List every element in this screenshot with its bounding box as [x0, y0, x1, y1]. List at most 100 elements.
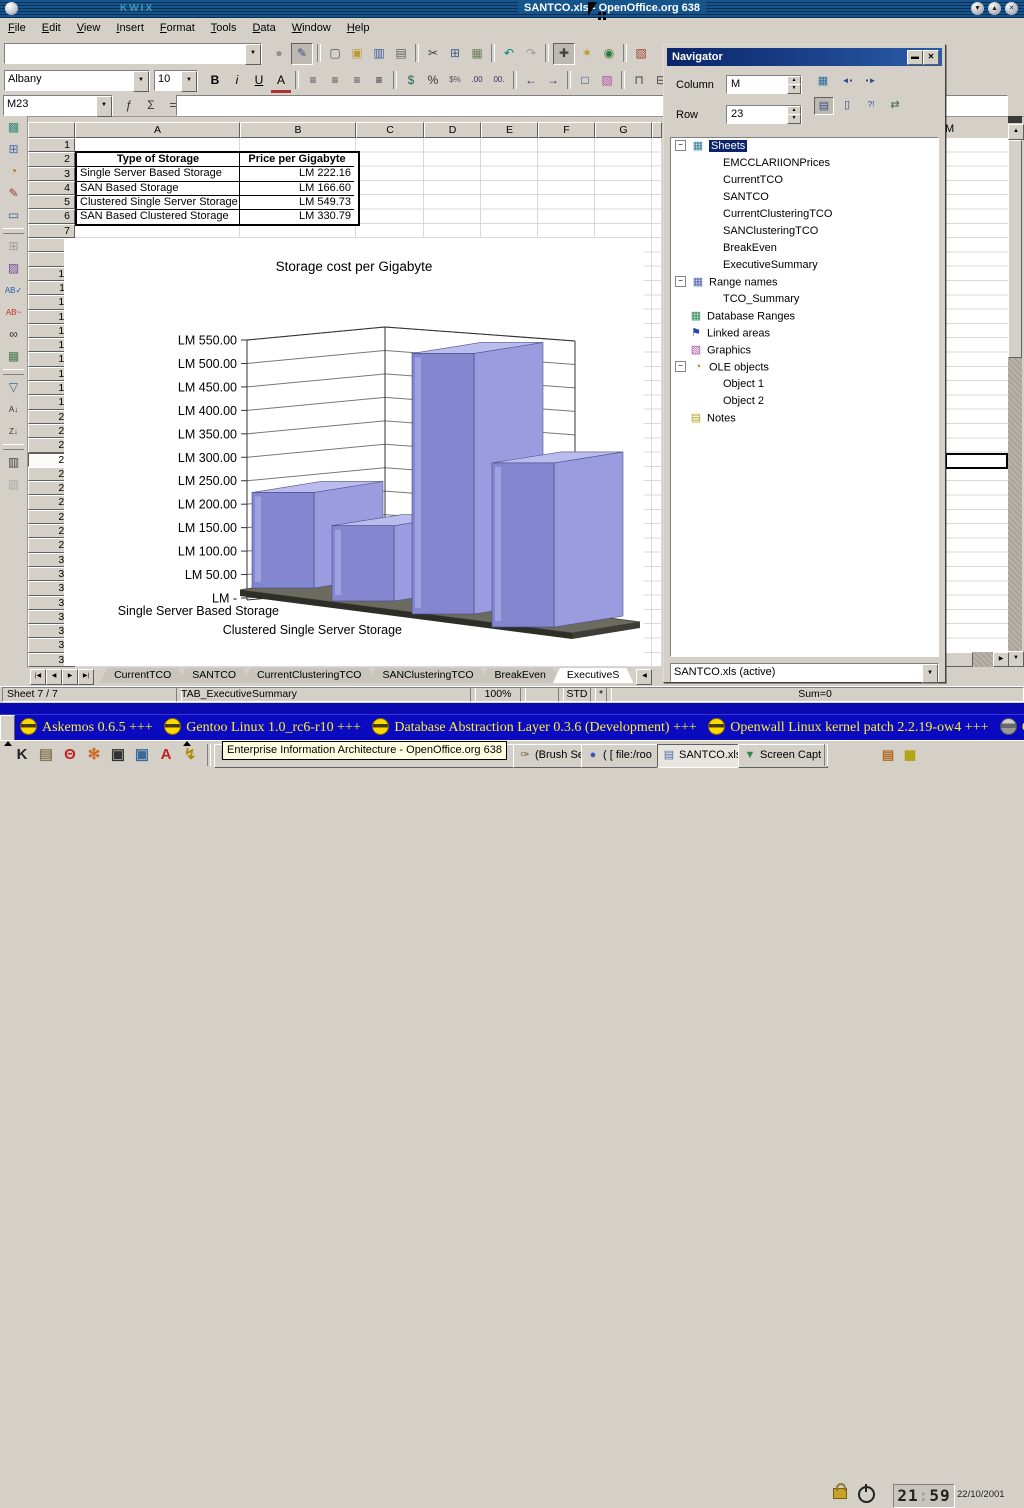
redo-icon[interactable]: ↷ — [521, 43, 541, 63]
drag-mode-icon[interactable]: ⇄ — [886, 97, 904, 113]
sheet-tab-santco[interactable]: SANTCO — [178, 668, 250, 683]
navigator-titlebar[interactable]: Navigator ▬ ✕ — [667, 48, 942, 66]
url-dropdown-icon[interactable]: ▼ — [245, 44, 261, 65]
background-color-icon[interactable]: ▨ — [597, 70, 617, 90]
tree-item-breakeven[interactable]: BreakEven — [671, 240, 938, 257]
last-sheet-icon[interactable]: ▶| — [78, 669, 94, 685]
status-zoom[interactable]: 100% — [470, 687, 526, 702]
scroll-right-icon[interactable]: ▶ — [993, 652, 1009, 667]
klipper-icon[interactable]: ▤ — [876, 744, 900, 766]
cell-cursor[interactable] — [945, 453, 1008, 469]
end-icon[interactable]: ▪► — [862, 73, 880, 89]
borders-icon[interactable]: □ — [575, 70, 595, 90]
table-cell[interactable]: LM 330.79 — [240, 210, 354, 224]
navigator-icon[interactable]: ✚ — [553, 43, 575, 65]
align-justify-icon[interactable]: ≡ — [369, 70, 389, 90]
tree-item-currenttco[interactable]: CurrentTCO — [671, 172, 938, 189]
chart-object[interactable]: Storage cost per GigabyteLM 550.00LM 500… — [64, 238, 644, 666]
tree-item-graphics[interactable]: ▧Graphics — [671, 342, 938, 359]
table-cell[interactable]: LM 166.60 — [240, 182, 354, 196]
calendar-icon[interactable]: ▦ — [898, 744, 922, 766]
kde-menu-icon[interactable]: K — [10, 744, 34, 766]
scenarios-icon[interactable]: ?! — [862, 97, 880, 113]
align-right-icon[interactable]: ≡ — [347, 70, 367, 90]
font-size-dropdown-icon[interactable]: ▼ — [181, 71, 197, 92]
column-header[interactable] — [652, 122, 662, 138]
start-icon[interactable]: ◄▪ — [838, 73, 856, 89]
menu-tools[interactable]: Tools — [203, 18, 245, 40]
form-controls-icon[interactable]: ▭ — [2, 205, 26, 226]
table-cell[interactable]: LM 549.73 — [240, 196, 354, 210]
status-sum[interactable]: Sum=0 — [606, 687, 1024, 702]
collapse-icon[interactable]: − — [675, 276, 686, 287]
sheet-tab-currentclusteringtco[interactable]: CurrentClusteringTCO — [243, 668, 375, 683]
menu-insert[interactable]: Insert — [108, 18, 152, 40]
data-range-icon[interactable]: ▦ — [814, 73, 832, 89]
sheet-tab-sanclusteringtco[interactable]: SANClusteringTCO — [368, 668, 487, 683]
document-selector-dropdown-icon[interactable]: ▼ — [922, 664, 938, 683]
percent-icon[interactable]: % — [423, 70, 443, 90]
first-sheet-icon[interactable]: |◀ — [30, 669, 46, 685]
autopilot-icon[interactable]: ✶ — [577, 43, 597, 63]
sum-icon[interactable]: Σ — [141, 95, 161, 115]
column-header-f[interactable]: F — [538, 122, 595, 138]
spreadsheet-grid-m[interactable] — [945, 138, 1008, 667]
row-header-5[interactable]: 5 — [28, 195, 75, 209]
tree-item-ole-objects[interactable]: −◔OLE objects — [671, 359, 938, 376]
logout-icon[interactable] — [858, 1486, 875, 1503]
tree-item-executivesummary[interactable]: ExecutiveSummary — [671, 257, 938, 274]
align-center-icon[interactable]: ≡ — [325, 70, 345, 90]
prev-sheet-icon[interactable]: ◀ — [46, 669, 62, 685]
menu-file[interactable]: File — [0, 18, 34, 40]
ksnapshot-icon[interactable]: ↯ — [178, 744, 202, 766]
column-header-b[interactable]: B — [240, 122, 356, 138]
gallery-icon[interactable]: ▧ — [631, 43, 651, 63]
copy-icon[interactable]: ⊞ — [445, 43, 465, 63]
table-cell[interactable]: Clustered Single Server Storage — [77, 196, 240, 210]
horizontal-scroll-thumb[interactable] — [945, 652, 973, 667]
tree-item-currentclusteringtco[interactable]: CurrentClusteringTCO — [671, 206, 938, 223]
navigator-tree[interactable]: −▦SheetsEMCCLARIIONPricesCurrentTCOSANTC… — [670, 137, 939, 657]
task-button--brush-sele[interactable]: ✑(Brush Sele — [513, 744, 588, 768]
column-header-e[interactable]: E — [481, 122, 538, 138]
menu-view[interactable]: View — [69, 18, 109, 40]
butterfly-icon[interactable]: ✻ — [82, 744, 106, 766]
task-button-screen-capt[interactable]: ▼Screen Capt — [738, 744, 828, 768]
opera-icon[interactable]: Θ — [58, 744, 82, 766]
draw-functions-icon[interactable]: ✎ — [2, 183, 26, 204]
column-header-c[interactable]: C — [356, 122, 424, 138]
auto-spellcheck-icon[interactable]: AB~ — [2, 302, 26, 323]
paste-icon[interactable]: ▦ — [467, 43, 487, 63]
insert-icon[interactable]: ▩ — [2, 117, 26, 138]
datasources-icon[interactable]: ▦ — [2, 346, 26, 367]
tree-item-linked-areas[interactable]: ⚑Linked areas — [671, 325, 938, 342]
data-table[interactable]: Type of StoragePrice per GigabyteSingle … — [75, 151, 360, 226]
hyperlink-icon[interactable]: ◉ — [599, 43, 619, 63]
font-name-combo[interactable]: Albany ▼ — [4, 70, 150, 91]
tree-item-sanclusteringtco[interactable]: SANClusteringTCO — [671, 223, 938, 240]
desktop-icon[interactable]: ▤ — [34, 744, 58, 766]
window-titlebar[interactable]: KWIX SANTCO.xls - OpenOffice.org 638 ▼ ▲… — [0, 0, 1024, 18]
acrobat-icon[interactable]: A — [154, 744, 178, 766]
row-header-7[interactable]: 7 — [28, 224, 75, 238]
tree-item-range-names[interactable]: −▦Range names — [671, 274, 938, 291]
font-color-icon[interactable]: A — [271, 70, 291, 93]
scroll-down-icon[interactable]: ▼ — [1008, 651, 1024, 667]
navigator-rollup-icon[interactable]: ▬ — [907, 50, 923, 65]
row-header-4[interactable]: 4 — [28, 181, 75, 195]
table-cell[interactable]: Single Server Based Storage — [77, 167, 240, 181]
menu-format[interactable]: Format — [152, 18, 203, 40]
cell-reference-box[interactable]: M23 ▼ — [3, 95, 113, 116]
tree-item-notes[interactable]: ▤Notes — [671, 410, 938, 427]
column-header-g[interactable]: G — [595, 122, 652, 138]
ticker-headline[interactable]: Openwall Linux kernel patch 2.2.19-ow4 +… — [730, 720, 992, 735]
delete-decimal-icon[interactable]: 00. — [489, 70, 509, 90]
align-left-icon[interactable]: ≡ — [303, 70, 323, 90]
font-name-dropdown-icon[interactable]: ▼ — [133, 71, 149, 92]
navigator-close-icon[interactable]: ✕ — [923, 50, 939, 65]
print-icon[interactable]: ▤ — [391, 43, 411, 63]
edit-file-icon[interactable]: ✎ — [291, 43, 313, 65]
spellcheck-icon[interactable]: AB✓ — [2, 280, 26, 301]
add-decimal-icon[interactable]: .00 — [467, 70, 487, 90]
open-icon[interactable]: ▣ — [347, 43, 367, 63]
